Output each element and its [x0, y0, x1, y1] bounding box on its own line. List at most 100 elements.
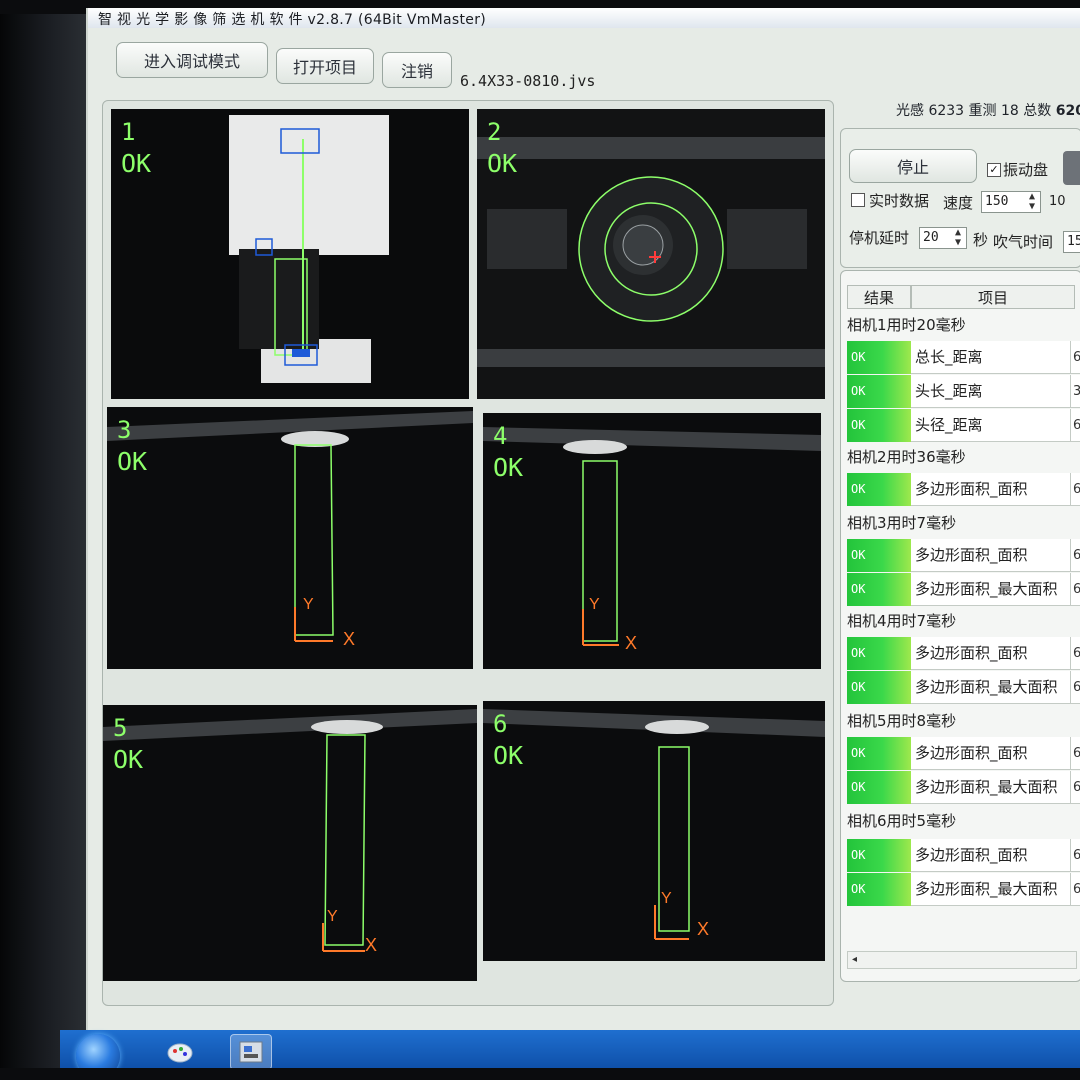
table-row[interactable]: OK 多边形面积_最大面积 6 [847, 573, 1080, 607]
result-cell: OK [847, 839, 911, 872]
value-cell: 6 [1071, 839, 1080, 872]
result-cell: OK [847, 473, 911, 506]
svg-text:X: X [365, 935, 377, 955]
camera-6-number: 6 [493, 710, 508, 738]
camera-1-image [111, 109, 469, 399]
monitor-bezel-bottom [0, 1068, 1080, 1080]
camera-view-6[interactable]: Y X 6 OK [483, 701, 825, 961]
item-cell: 总长_距离 [911, 341, 1071, 374]
spinner-arrows-icon[interactable]: ▲ ▼ [952, 228, 964, 248]
speed-spinner[interactable]: 150 ▲ ▼ [981, 191, 1041, 213]
open-project-button[interactable]: 打开项目 [276, 48, 374, 84]
camera-6-image: Y X [483, 701, 825, 961]
table-row[interactable]: OK 多边形面积_面积 6 [847, 737, 1080, 771]
camera-6-status: OK [493, 741, 524, 770]
value-cell: 3 [1071, 375, 1080, 408]
camera-view-1[interactable]: 1 OK [111, 109, 469, 399]
blow-time-label: 吹气时间 [993, 233, 1054, 251]
table-row[interactable]: OK 多边形面积_最大面积 6 [847, 873, 1080, 907]
svg-text:X: X [697, 919, 709, 939]
counter-bar: 光感 6233 重测 18 总数 620 [896, 100, 1080, 120]
run-button-edge[interactable] [1063, 151, 1080, 185]
camera-4-number: 4 [493, 422, 508, 450]
item-cell: 多边形面积_面积 [911, 637, 1071, 670]
speed-value: 150 [985, 194, 1009, 209]
value-cell: 6 [1071, 873, 1080, 906]
svg-text:Y: Y [303, 596, 314, 613]
group-camera-5: 相机5用时8毫秒 [847, 712, 957, 730]
scroll-left-icon[interactable]: ◂ [852, 954, 857, 965]
result-cell: OK [847, 671, 911, 704]
vibration-checkbox[interactable]: ✓ [987, 163, 1001, 177]
camera-5-image: Y X [103, 705, 477, 981]
optic-count-label: 光感 [896, 103, 924, 119]
debug-mode-button[interactable]: 进入调试模式 [116, 42, 268, 78]
item-cell: 多边形面积_最大面积 [911, 873, 1071, 906]
svg-text:X: X [625, 633, 637, 653]
value-cell: 6 [1071, 737, 1080, 770]
stop-delay-value: 20 [923, 230, 939, 245]
camera-4-image: Y X [483, 413, 821, 669]
svg-text:X: X [343, 629, 355, 649]
stop-button[interactable]: 停止 [849, 149, 977, 183]
logout-button[interactable]: 注销 [382, 52, 452, 88]
results-table: 结果 项目 相机1用时20毫秒 OK 总长_距离 6 OK 头长_距离 3 OK… [840, 270, 1080, 982]
table-row[interactable]: OK 头长_距离 3 [847, 375, 1080, 409]
table-row[interactable]: OK 多边形面积_面积 6 [847, 473, 1080, 507]
paint-icon[interactable] [160, 1034, 200, 1068]
vision-app-icon[interactable] [230, 1034, 272, 1070]
camera-2-number: 2 [487, 118, 502, 146]
project-file-name: 6.4X33-0810.jvs [460, 72, 596, 90]
table-row[interactable]: OK 总长_距离 6 [847, 341, 1080, 375]
spinner-arrows-icon[interactable]: ▲ ▼ [1026, 192, 1038, 212]
total-count-value: 620 [1055, 103, 1080, 119]
group-camera-6: 相机6用时5毫秒 [847, 812, 957, 830]
item-cell: 头长_距离 [911, 375, 1071, 408]
group-camera-2: 相机2用时36毫秒 [847, 448, 966, 466]
group-camera-3: 相机3用时7毫秒 [847, 514, 957, 532]
item-column-header[interactable]: 项目 [911, 285, 1075, 309]
table-row[interactable]: OK 多边形面积_面积 6 [847, 839, 1080, 873]
seconds-label: 秒 [973, 231, 989, 249]
speed-label: 速度 [943, 194, 974, 212]
control-panel: 停止 ✓ 振动盘 实时数据 速度 150 ▲ ▼ 10 停机延时 20 ▲ ▼ 秒 … [840, 128, 1080, 268]
value-cell: 6 [1071, 573, 1080, 606]
camera-view-4[interactable]: Y X 4 OK [483, 413, 821, 669]
table-row[interactable]: OK 多边形面积_最大面积 6 [847, 771, 1080, 805]
value-cell: 6 [1071, 671, 1080, 704]
camera-3-number: 3 [117, 416, 132, 444]
result-column-header[interactable]: 结果 [847, 285, 911, 309]
result-cell: OK [847, 539, 911, 572]
blow-time-spinner[interactable]: 15 [1063, 231, 1080, 253]
camera-4-status: OK [493, 453, 524, 482]
retest-count-label: 重测 [968, 103, 997, 119]
value-cell: 6 [1071, 539, 1080, 572]
realtime-data-checkbox[interactable] [851, 193, 865, 207]
item-cell: 多边形面积_最大面积 [911, 671, 1071, 704]
svg-text:Y: Y [327, 908, 338, 925]
table-row[interactable]: OK 多边形面积_最大面积 6 [847, 671, 1080, 705]
camera-2-status: OK [487, 149, 518, 178]
value-cell: 6 [1071, 341, 1080, 374]
value-cell: 6 [1071, 771, 1080, 804]
blow-time-value: 15 [1067, 234, 1080, 249]
table-row[interactable]: OK 头径_距离 6 [847, 409, 1080, 443]
camera-view-2[interactable]: 2 OK [477, 109, 825, 399]
camera-view-5[interactable]: Y X 5 OK [103, 705, 477, 981]
table-row[interactable]: OK 多边形面积_面积 6 [847, 637, 1080, 671]
result-cell: OK [847, 409, 911, 442]
result-cell: OK [847, 341, 911, 374]
result-cell: OK [847, 873, 911, 906]
camera-image-panel: 1 OK 2 OK Y X 3 OK Y X 4 OK Y X 5 OK Y X… [102, 100, 834, 1006]
result-cell: OK [847, 375, 911, 408]
camera-2-image [477, 109, 825, 399]
group-camera-4: 相机4用时7毫秒 [847, 612, 957, 630]
item-cell: 多边形面积_最大面积 [911, 573, 1071, 606]
table-row[interactable]: OK 多边形面积_面积 6 [847, 539, 1080, 573]
retest-count-value: 18 [1001, 103, 1019, 119]
camera-3-status: OK [117, 447, 148, 476]
camera-view-3[interactable]: Y X 3 OK [107, 407, 473, 669]
horizontal-scrollbar[interactable]: ◂ [847, 951, 1077, 969]
stop-delay-spinner[interactable]: 20 ▲ ▼ [919, 227, 967, 249]
window-title: 智 视 光 学 影 像 筛 选 机 软 件 v2.8.7 (64Bit VmMa… [98, 12, 487, 28]
